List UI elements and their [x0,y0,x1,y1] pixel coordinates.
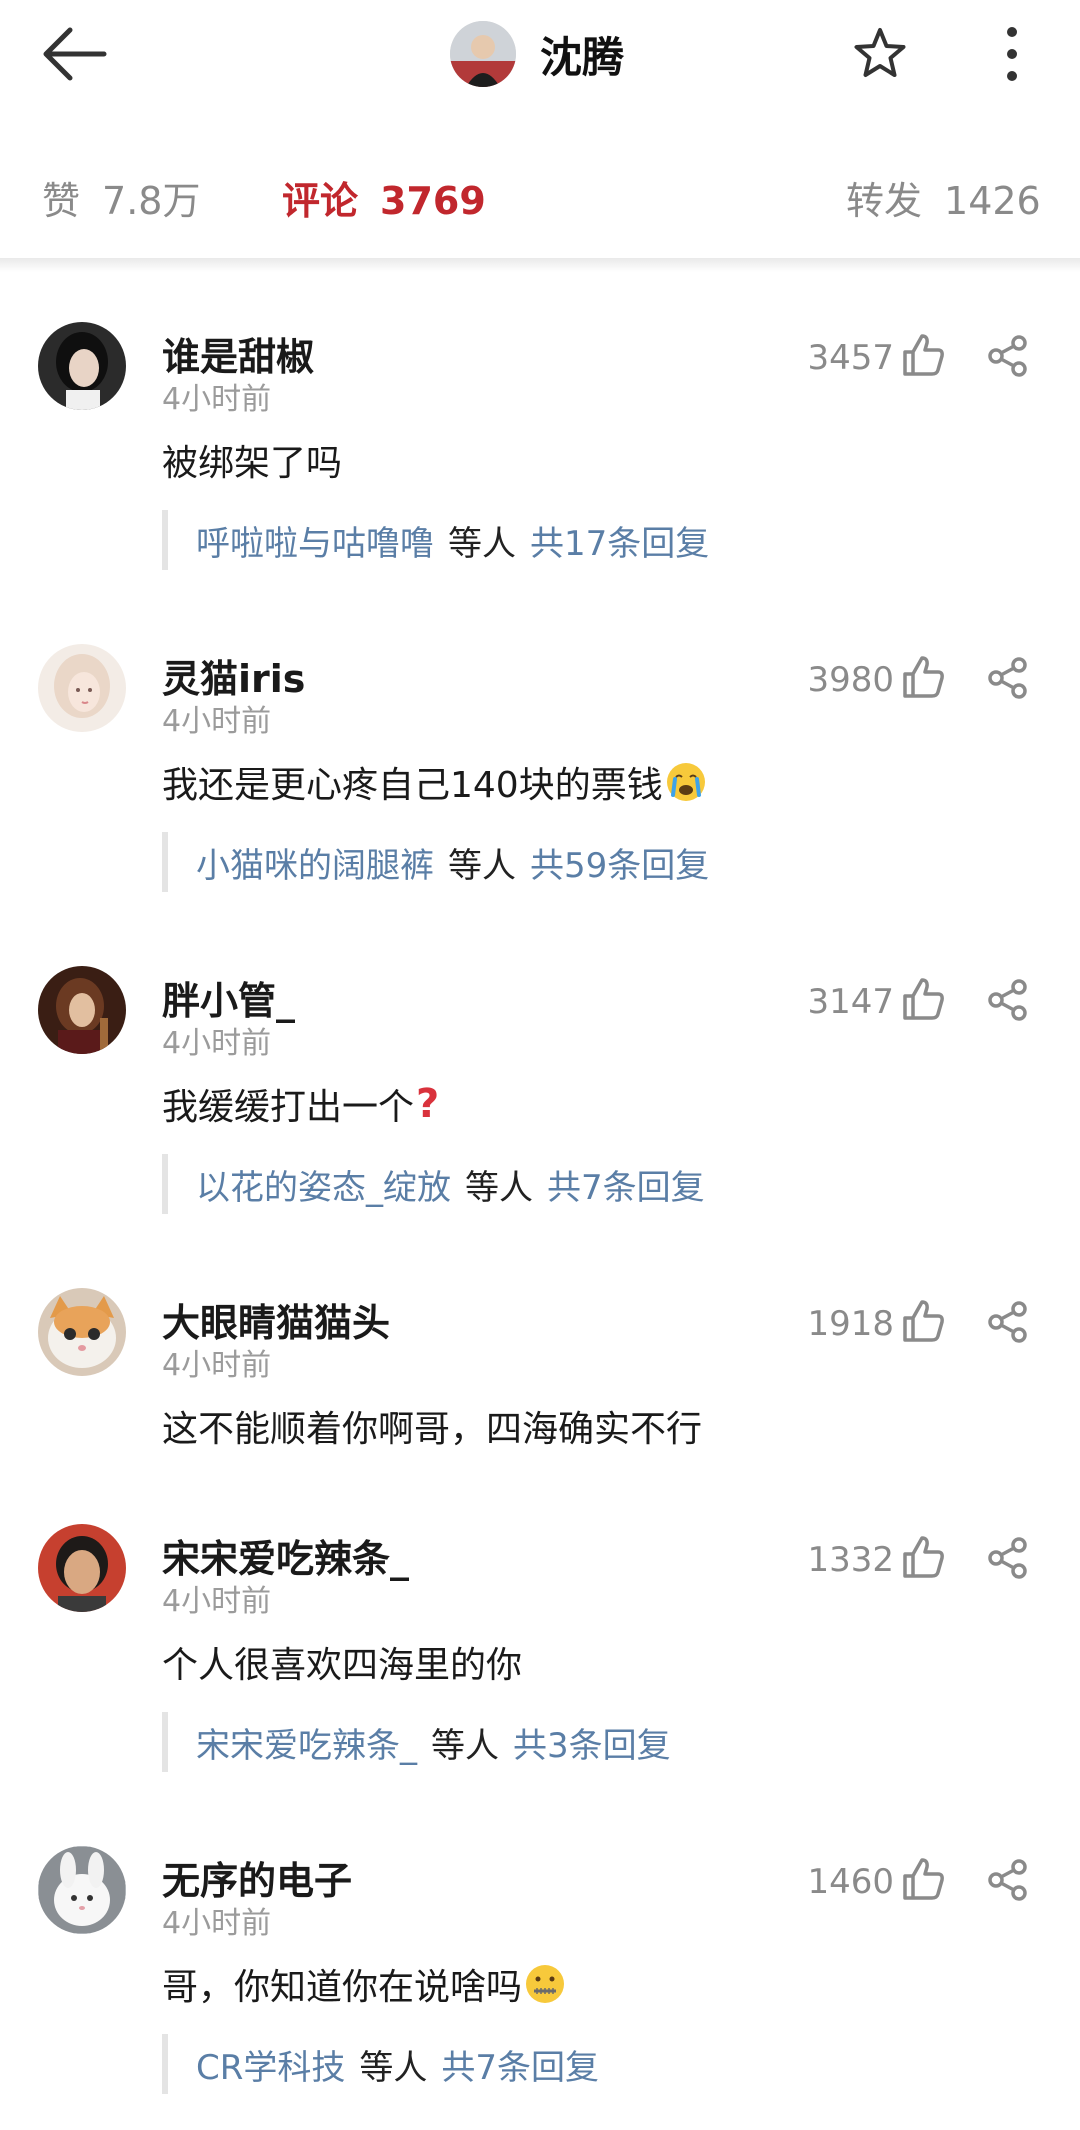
thumbs-up-icon[interactable] [900,332,946,378]
reply-others-label: 等人 [431,1725,499,1766]
like-count: 1460 [807,1862,894,1902]
reply-user-link[interactable]: 宋宋爱吃辣条_ [196,1718,417,1767]
comment-text-body: 被绑架了吗 [162,443,343,484]
like-count: 3147 [807,982,894,1022]
comment-text: 哥，你知道你在说啥吗 [162,1958,566,2010]
comment-text: 我还是更心疼自己140块的票钱 [162,756,707,808]
thumbs-up-icon[interactable] [900,976,946,1022]
tab-likes-count: 7.8万 [102,179,201,223]
comment-text-body: 个人很喜欢四海里的你 [162,1645,523,1686]
thumbs-up-icon[interactable] [900,654,946,700]
comment-text: 这不能顺着你啊哥，四海确实不行 [162,1400,702,1452]
reply-user-link[interactable]: 呼啦啦与咕噜噜 [196,516,434,565]
share-icon[interactable] [986,1300,1030,1344]
reply-user-link[interactable]: 以花的姿态_绽放 [196,1160,451,1209]
header-title-group[interactable]: 沈腾 [450,18,624,90]
zipper-mouth-face-icon [524,1963,566,2005]
reply-count-link[interactable]: 共17条回复 [530,516,709,565]
top-bar: 沈腾 [0,0,1080,110]
reply-count-link[interactable]: 共3条回复 [513,1718,671,1767]
share-icon[interactable] [986,656,1030,700]
tab-reposts-label: 转发 [846,179,923,223]
comment-text-body: 我还是更心疼自己140块的票钱 [162,765,663,806]
username[interactable]: 谁是甜椒 [162,326,314,381]
tab-likes[interactable]: 赞 7.8万 [42,170,200,225]
share-icon[interactable] [986,1536,1030,1580]
comment-text: 被绑架了吗 [162,434,342,486]
avatar[interactable] [38,1288,126,1376]
username[interactable]: 大眼睛猫猫头 [162,1292,390,1347]
timestamp: 4小时前 [162,382,272,417]
timestamp: 4小时前 [162,1584,272,1619]
avatar[interactable] [38,966,126,1054]
share-icon[interactable] [986,1858,1030,1902]
reply-summary[interactable]: CR学科技 等人 共7条回复 [162,2034,599,2094]
crying-face-icon [665,761,707,803]
share-icon[interactable] [986,978,1030,1022]
more-options-icon[interactable] [998,22,1026,86]
comment-text-body: 我缓缓打出一个 [162,1087,415,1128]
question-mark-icon: ? [416,1081,440,1127]
like-count: 1918 [807,1304,894,1344]
username[interactable]: 无序的电子 [162,1850,352,1905]
reply-user-link[interactable]: 小猫咪的阔腿裤 [196,838,434,887]
timestamp: 4小时前 [162,1348,272,1383]
reply-summary[interactable]: 呼啦啦与咕噜噜 等人 共17条回复 [162,510,709,570]
tab-reposts[interactable]: 转发 1426 [846,170,1041,225]
reply-others-label: 等人 [465,1167,533,1208]
reply-count-link[interactable]: 共7条回复 [547,1160,705,1209]
divider [0,258,1080,272]
reply-summary[interactable]: 小猫咪的阔腿裤 等人 共59条回复 [162,832,709,892]
page-title: 沈腾 [540,32,625,82]
tab-comments-label: 评论 [282,179,359,223]
avatar[interactable] [38,322,126,410]
avatar[interactable] [38,644,126,732]
username[interactable]: 灵猫iris [162,648,305,703]
comment-text-body: 这不能顺着你啊哥，四海确实不行 [162,1409,703,1450]
reply-summary[interactable]: 以花的姿态_绽放 等人 共7条回复 [162,1154,705,1214]
reply-others-label: 等人 [448,845,516,886]
like-count: 3980 [807,660,894,700]
like-count: 1332 [807,1540,894,1580]
thumbs-up-icon[interactable] [900,1856,946,1902]
like-count: 3457 [807,338,894,378]
comment-text: 个人很喜欢四海里的你 [162,1636,522,1688]
avatar[interactable] [38,1524,126,1612]
thumbs-up-icon[interactable] [900,1298,946,1344]
avatar[interactable] [38,1846,126,1934]
stats-tabs: 赞 7.8万 评论 3769 转发 1426 [0,110,1080,260]
comment-text: 我缓缓打出一个 ? [162,1078,439,1130]
star-icon[interactable] [852,26,908,82]
comment-text-body: 哥，你知道你在说啥吗 [162,1967,523,2008]
timestamp: 4小时前 [162,1026,272,1061]
tab-comments-count: 3769 [380,179,486,223]
thumbs-up-icon[interactable] [900,1534,946,1580]
tab-reposts-count: 1426 [944,179,1041,223]
reply-summary[interactable]: 宋宋爱吃辣条_ 等人 共3条回复 [162,1712,671,1772]
reply-others-label: 等人 [359,2047,428,2088]
reply-count-link[interactable]: 共59条回复 [530,838,709,887]
share-icon[interactable] [986,334,1030,378]
timestamp: 4小时前 [162,1906,272,1941]
back-arrow-icon[interactable] [40,22,112,86]
avatar[interactable] [450,21,516,87]
tab-likes-label: 赞 [42,179,81,223]
reply-count-link[interactable]: 共7条回复 [441,2040,599,2089]
timestamp: 4小时前 [162,704,272,739]
username[interactable]: 宋宋爱吃辣条_ [162,1528,409,1583]
username[interactable]: 胖小管_ [162,970,295,1025]
reply-others-label: 等人 [448,523,516,564]
tab-comments[interactable]: 评论 3769 [282,170,486,225]
reply-user-link[interactable]: CR学科技 [196,2040,345,2089]
